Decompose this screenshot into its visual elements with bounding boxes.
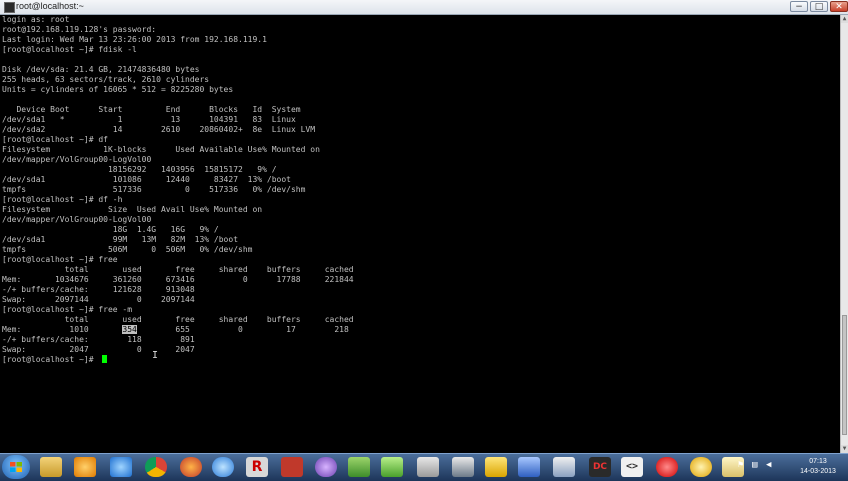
terminal-line: root@192.168.119.128's password: [2, 25, 157, 34]
terminal-line: [root@localhost ~]# fdisk -l [2, 45, 137, 54]
airtel-icon[interactable] [656, 457, 678, 477]
terminal-line: total used free shared buffers cached [2, 265, 354, 274]
vertical-scrollbar[interactable]: ▲ ▼ [840, 15, 848, 453]
selected-used-value[interactable]: 354 [122, 325, 137, 334]
terminal-line: Filesystem 1K-blocks Used Available Use%… [2, 145, 320, 154]
terminal-prompt: [root@localhost ~]# [2, 355, 99, 364]
terminal-output[interactable]: login as: root root@192.168.119.128's pa… [2, 15, 838, 453]
archive-icon[interactable] [281, 457, 303, 477]
terminal-line: -/+ buffers/cache: 118 891 [2, 335, 195, 344]
terminal-line: 18156292 1403956 15815172 9% / [2, 165, 277, 174]
tray-network-icon[interactable]: ▤ [752, 460, 757, 470]
database-icon[interactable] [417, 457, 439, 477]
windows-logo-icon [10, 462, 22, 472]
chrome-icon[interactable] [145, 457, 167, 477]
terminal-line: /dev/sda2 14 2610 20860402+ 8e Linux LVM [2, 125, 316, 134]
system-tray[interactable]: ⚑ ▤ ◀ [728, 458, 778, 476]
terminal-line: Mem: 1034676 361260 673416 0 17788 22184… [2, 275, 354, 284]
terminal-line-mem: Mem: 1010 354 655 0 17 218 [2, 325, 349, 335]
taskbar-clock[interactable]: 07:13 14-03-2013 [790, 457, 846, 477]
terminal-line: /dev/mapper/VolGroup00-LogVol00 [2, 215, 152, 224]
terminal-line: [root@localhost ~]# df -h [2, 195, 123, 204]
scroll-thumb[interactable] [842, 315, 847, 435]
terminal-line: tmpfs 506M 0 506M 0% /dev/shm [2, 245, 253, 254]
internet-explorer-icon[interactable] [110, 457, 132, 477]
media-player-icon[interactable] [74, 457, 96, 477]
start-button[interactable] [2, 455, 30, 479]
r-app-icon[interactable]: R [246, 457, 268, 477]
terminal-line: /dev/mapper/VolGroup00-LogVol00 [2, 155, 152, 164]
terminal-line: tmpfs 517336 0 517336 0% /dev/shm [2, 185, 306, 194]
paint-icon[interactable] [485, 457, 507, 477]
terminal-line: /dev/sda1 * 1 13 104391 83 Linux [2, 115, 296, 124]
terminal-cursor [102, 355, 107, 363]
maximize-button[interactable]: □ [810, 1, 828, 12]
putty-app-icon [4, 2, 15, 13]
terminal-line: [root@localhost ~]# free -m [2, 305, 133, 314]
terminal-line: login as: root [2, 15, 70, 24]
mouse-ibeam-cursor: I [152, 350, 159, 361]
terminal-line: total used free shared buffers cached [2, 315, 354, 324]
terminal-line: 255 heads, 63 sectors/track, 2610 cylind… [2, 75, 210, 84]
firefox-icon[interactable] [180, 457, 202, 477]
terminal-line: Swap: 2097144 0 2097144 [2, 295, 195, 304]
terminal-line: Swap: 2047 0 2047 [2, 345, 195, 354]
tools-icon[interactable] [348, 457, 370, 477]
refresh-icon[interactable] [212, 457, 234, 477]
scroll-down-arrow-icon[interactable]: ▼ [841, 445, 848, 453]
notepad-plus-icon[interactable] [381, 457, 403, 477]
windows-explorer-icon[interactable] [40, 457, 62, 477]
terminal-line: -/+ buffers/cache: 121628 913048 [2, 285, 195, 294]
clock-time: 07:13 [809, 458, 827, 465]
terminal-line: Disk /dev/sda: 21.4 GB, 21474836480 byte… [2, 65, 200, 74]
close-button[interactable]: ✕ [830, 1, 848, 12]
mem-prefix: Mem: 1010 [2, 325, 123, 334]
minimize-button[interactable]: − [790, 1, 808, 12]
media-icon[interactable] [315, 457, 337, 477]
window-titlebar[interactable]: root@localhost:~ − □ ✕ [0, 0, 848, 15]
tray-flag-icon[interactable]: ⚑ [738, 460, 743, 470]
terminal-line: [root@localhost ~]# df [2, 135, 108, 144]
terminal-line: Device Boot Start End Blocks Id System [2, 105, 301, 114]
terminal-line: /dev/sda1 101086 12440 83427 13% /boot [2, 175, 291, 184]
terminal-line: Last login: Wed Mar 13 23:26:00 2013 fro… [2, 35, 267, 44]
tray-volume-icon[interactable]: ◀ [766, 460, 771, 470]
edit-icon[interactable] [553, 457, 575, 477]
terminal-line: 18G 1.4G 16G 9% / [2, 225, 219, 234]
scroll-up-arrow-icon[interactable]: ▲ [841, 15, 848, 23]
settings-icon[interactable] [690, 457, 712, 477]
mem-suffix: 655 0 17 218 [136, 325, 349, 334]
terminal-line: /dev/sda1 99M 13M 82M 13% /boot [2, 235, 239, 244]
dc-icon[interactable]: DC [589, 457, 611, 477]
terminal-line: Filesystem Size Used Avail Use% Mounted … [2, 205, 263, 214]
putty-icon[interactable] [452, 457, 474, 477]
clock-date: 14-03-2013 [800, 468, 836, 475]
window-title: root@localhost:~ [16, 1, 84, 11]
code-icon[interactable]: <> [621, 457, 643, 477]
taskbar: R DC <> ⚑ ▤ ◀ 07:13 14-03-2013 [0, 453, 848, 481]
terminal-line: Units = cylinders of 16065 * 512 = 82252… [2, 85, 234, 94]
terminal-line: [root@localhost ~]# free [2, 255, 118, 264]
network-icon[interactable] [518, 457, 540, 477]
